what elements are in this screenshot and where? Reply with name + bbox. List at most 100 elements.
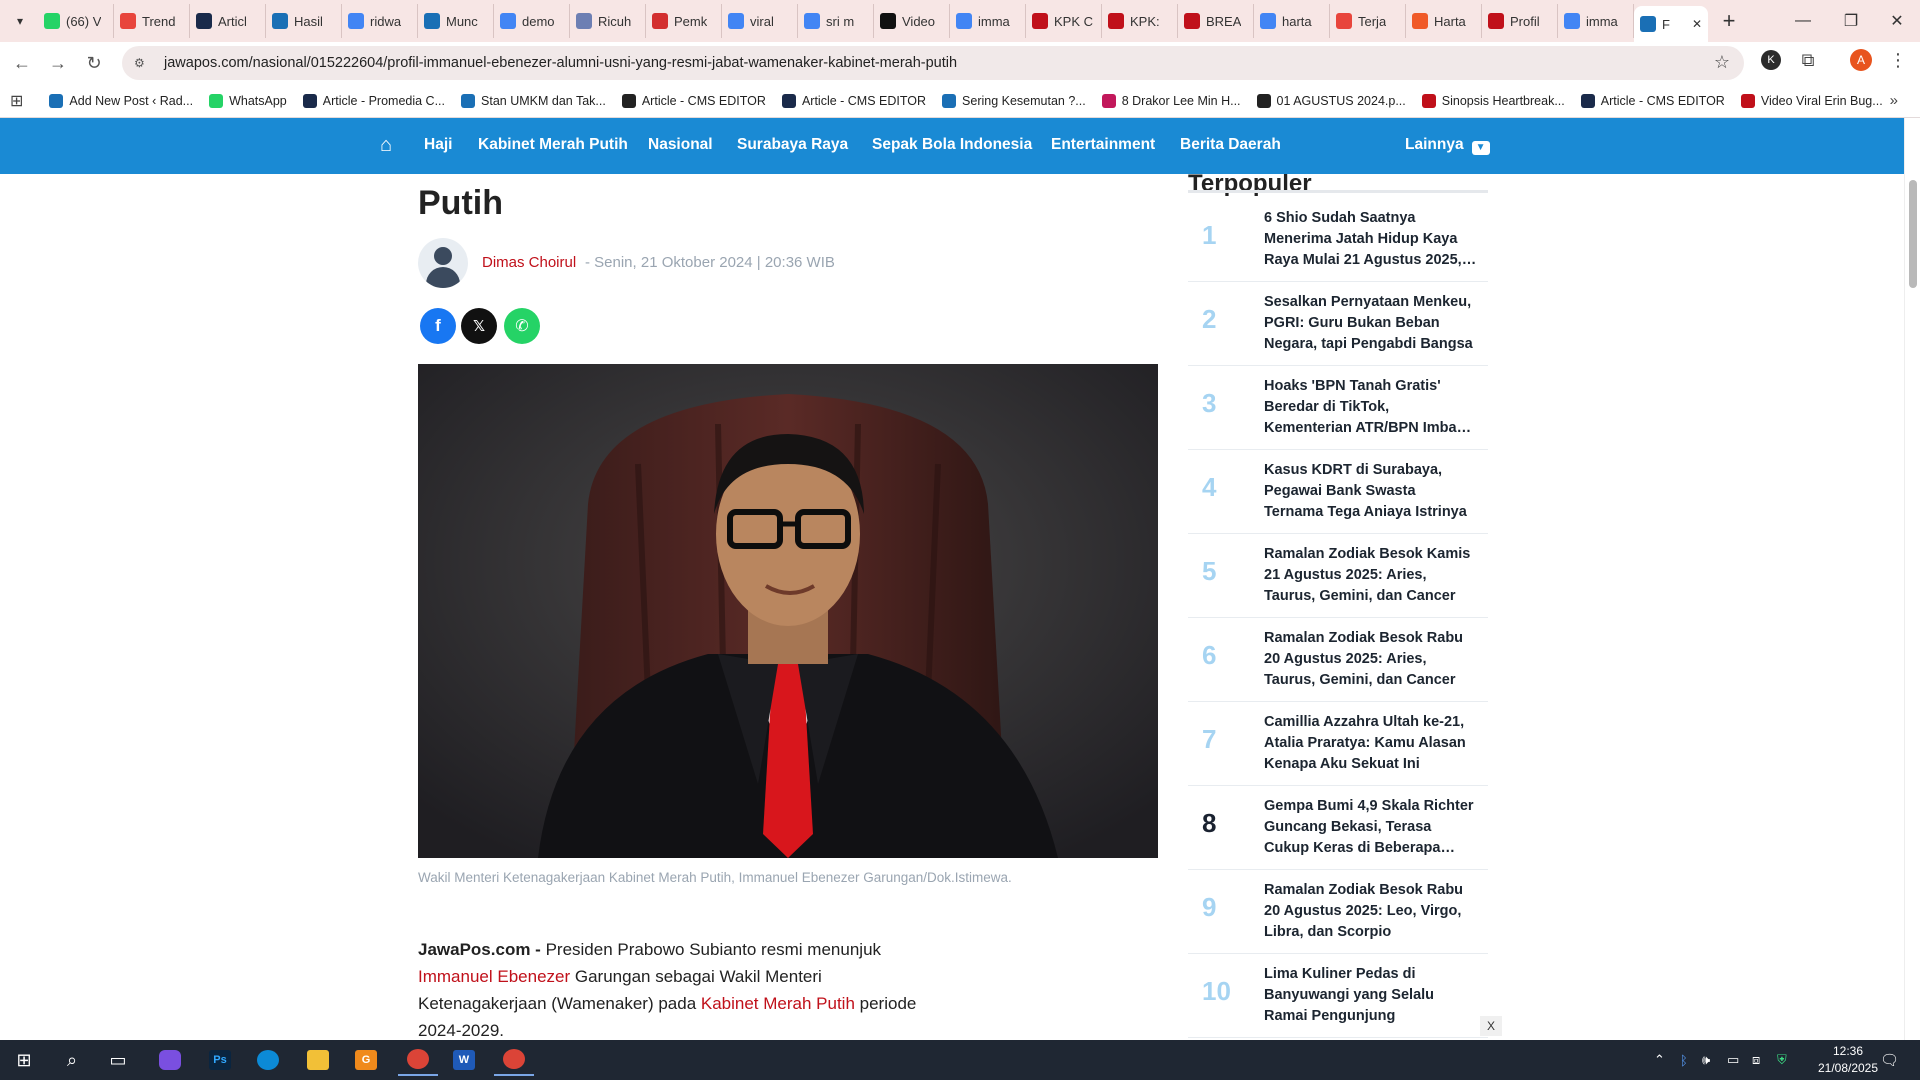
popular-item[interactable]: 10 Lima Kuliner Pedas di Banyuwangi yang …: [1188, 954, 1488, 1038]
browser-tab[interactable]: Trend: [114, 4, 190, 38]
popular-title-link[interactable]: Gempa Bumi 4,9 Skala Richter Guncang Bek…: [1264, 796, 1478, 859]
browser-tab[interactable]: Ricuh: [570, 4, 646, 38]
chrome-icon[interactable]: [398, 1044, 438, 1076]
page-scrollbar[interactable]: [1904, 118, 1920, 1040]
overlay-close-button[interactable]: X: [1480, 1016, 1502, 1036]
close-window-icon[interactable]: ✕: [1874, 0, 1920, 42]
site-info-icon[interactable]: ⚙: [134, 56, 154, 70]
popular-item[interactable]: 8 Gempa Bumi 4,9 Skala Richter Guncang Be…: [1188, 786, 1488, 870]
popular-title-link[interactable]: 6 Shio Sudah Saatnya Menerima Jatah Hidu…: [1264, 208, 1478, 271]
new-tab-button[interactable]: +: [1714, 6, 1744, 36]
browser-tab[interactable]: Articl: [190, 4, 266, 38]
browser-tab[interactable]: imma: [950, 4, 1026, 38]
nav-item-surabaya-raya[interactable]: Surabaya Raya: [737, 136, 848, 154]
word-icon[interactable]: W: [444, 1044, 484, 1076]
taskbar-clock[interactable]: 12:36 21/08/2025: [1808, 1043, 1888, 1077]
tab-search-chevron-icon[interactable]: ▾: [8, 9, 32, 33]
popular-item[interactable]: 3 Hoaks 'BPN Tanah Gratis' Beredar di Tik…: [1188, 366, 1488, 450]
nav-item-kabinet-merah-putih[interactable]: Kabinet Merah Putih: [478, 136, 628, 154]
profile-avatar[interactable]: A: [1847, 46, 1875, 74]
browser-tab[interactable]: sri m: [798, 4, 874, 38]
browser-tab[interactable]: harta: [1254, 4, 1330, 38]
browser-tab[interactable]: ridwa: [342, 4, 418, 38]
bookmark-item[interactable]: Stan UMKM dan Tak...: [453, 93, 614, 108]
popular-title-link[interactable]: Ramalan Zodiak Besok Kamis 21 Agustus 20…: [1264, 544, 1478, 607]
browser-tab[interactable]: Pemk: [646, 4, 722, 38]
file-explorer-icon[interactable]: [298, 1044, 338, 1076]
browser-tab[interactable]: BREA: [1178, 4, 1254, 38]
bookmark-item[interactable]: Add New Post ‹ Rad...: [41, 93, 201, 108]
app-orange-icon[interactable]: G: [346, 1044, 386, 1076]
windows-start-icon[interactable]: ⊞: [4, 1044, 44, 1076]
browser-tab[interactable]: (66) V: [38, 4, 114, 38]
popular-item[interactable]: 5 Ramalan Zodiak Besok Kamis 21 Agustus 2…: [1188, 534, 1488, 618]
browser-tab[interactable]: Profil: [1482, 4, 1558, 38]
bookmarks-overflow-icon[interactable]: »: [1890, 92, 1898, 109]
popular-title-link[interactable]: Lima Kuliner Pedas di Banyuwangi yang Se…: [1264, 964, 1478, 1027]
browser-tab[interactable]: Terja: [1330, 4, 1406, 38]
popular-item[interactable]: 7 Camillia Azzahra Ultah ke-21, Atalia Pr…: [1188, 702, 1488, 786]
extensions-puzzle-icon[interactable]: ⧉: [1794, 46, 1822, 74]
bluetooth-icon[interactable]: ᛒ: [1680, 1040, 1688, 1080]
browser-tab[interactable]: viral: [722, 4, 798, 38]
popular-item[interactable]: 1 6 Shio Sudah Saatnya Menerima Jatah Hid…: [1188, 198, 1488, 282]
link-kabinet-merah-putih[interactable]: Kabinet Merah Putih: [701, 994, 855, 1013]
nav-item-berita-daerah[interactable]: Berita Daerah: [1180, 136, 1281, 154]
browser-menu-icon[interactable]: ⋮: [1884, 46, 1912, 74]
copilot-icon[interactable]: [150, 1044, 190, 1076]
back-icon[interactable]: ←: [4, 45, 40, 81]
extension-k-icon[interactable]: K: [1757, 46, 1785, 74]
popular-item[interactable]: 2 Sesalkan Pernyataan Menkeu, PGRI: Guru …: [1188, 282, 1488, 366]
bookmark-item[interactable]: Article - CMS EDITOR: [614, 93, 774, 108]
nav-more-dropdown[interactable]: Lainnya ▼: [1405, 136, 1490, 155]
browser-tab[interactable]: Munc: [418, 4, 494, 38]
url-text[interactable]: jawapos.com/nasional/015222604/profil-im…: [164, 55, 957, 71]
display-icon[interactable]: ⧈: [1752, 1040, 1760, 1080]
minimize-icon[interactable]: —: [1780, 0, 1826, 42]
forward-icon[interactable]: →: [40, 45, 76, 81]
bookmark-item[interactable]: Video Viral Erin Bug...: [1733, 93, 1891, 108]
popular-title-link[interactable]: Ramalan Zodiak Besok Rabu 20 Agustus 202…: [1264, 628, 1478, 691]
home-icon[interactable]: ⌂: [380, 134, 392, 157]
browser-tab[interactable]: KPK C: [1026, 4, 1102, 38]
tray-chevron-icon[interactable]: ⌃: [1654, 1040, 1665, 1080]
bookmark-item[interactable]: Article - CMS EDITOR: [774, 93, 934, 108]
popular-item[interactable]: 4 Kasus KDRT di Surabaya, Pegawai Bank Sw…: [1188, 450, 1488, 534]
task-view-icon[interactable]: ▭: [98, 1044, 138, 1076]
address-bar[interactable]: ⚙ jawapos.com/nasional/015222604/profil-…: [122, 46, 1744, 80]
bookmark-item[interactable]: Sinopsis Heartbreak...: [1414, 93, 1573, 108]
browser-tab[interactable]: KPK:: [1102, 4, 1178, 38]
browser-tab[interactable]: F ✕: [1634, 6, 1708, 42]
browser-tab[interactable]: demo: [494, 4, 570, 38]
bookmark-item[interactable]: Article - CMS EDITOR: [1573, 93, 1733, 108]
popular-title-link[interactable]: Hoaks 'BPN Tanah Gratis' Beredar di TikT…: [1264, 376, 1478, 439]
chrome-profile-icon[interactable]: [494, 1044, 534, 1076]
network-icon[interactable]: ▭: [1727, 1040, 1739, 1080]
popular-title-link[interactable]: Ramalan Zodiak Besok Rabu 20 Agustus 202…: [1264, 880, 1478, 943]
popular-title-link[interactable]: Sesalkan Pernyataan Menkeu, PGRI: Guru B…: [1264, 292, 1478, 355]
nav-item-nasional[interactable]: Nasional: [648, 136, 713, 154]
popular-title-link[interactable]: Camillia Azzahra Ultah ke-21, Atalia Pra…: [1264, 712, 1478, 775]
nav-item-haji[interactable]: Haji: [424, 136, 452, 154]
bookmark-item[interactable]: 8 Drakor Lee Min H...: [1094, 93, 1249, 108]
author-avatar[interactable]: [418, 238, 468, 288]
volume-icon[interactable]: 🕪: [1702, 1040, 1710, 1080]
apps-grid-icon[interactable]: ⊞: [10, 91, 23, 111]
popular-item[interactable]: 6 Ramalan Zodiak Besok Rabu 20 Agustus 20…: [1188, 618, 1488, 702]
nav-item-entertainment[interactable]: Entertainment: [1051, 136, 1155, 154]
popular-item[interactable]: 9 Ramalan Zodiak Besok Rabu 20 Agustus 20…: [1188, 870, 1488, 954]
reload-icon[interactable]: ↻: [76, 45, 112, 81]
facebook-share-icon[interactable]: f: [420, 308, 456, 344]
browser-tab[interactable]: Hasil: [266, 4, 342, 38]
close-tab-icon[interactable]: ✕: [1692, 17, 1702, 31]
bookmark-item[interactable]: 01 AGUSTUS 2024.p...: [1249, 93, 1414, 108]
bookmark-item[interactable]: Article - Promedia C...: [295, 93, 453, 108]
nav-item-sepak-bola-indonesia[interactable]: Sepak Bola Indonesia: [872, 136, 1032, 154]
browser-tab[interactable]: Video: [874, 4, 950, 38]
photoshop-icon[interactable]: Ps: [200, 1044, 240, 1076]
link-immanuel-ebenezer[interactable]: Immanuel Ebenezer: [418, 967, 570, 986]
search-icon[interactable]: ⌕: [52, 1044, 92, 1076]
popular-title-link[interactable]: Kasus KDRT di Surabaya, Pegawai Bank Swa…: [1264, 460, 1478, 523]
whatsapp-share-icon[interactable]: ✆: [504, 308, 540, 344]
restore-icon[interactable]: ❐: [1828, 0, 1874, 42]
